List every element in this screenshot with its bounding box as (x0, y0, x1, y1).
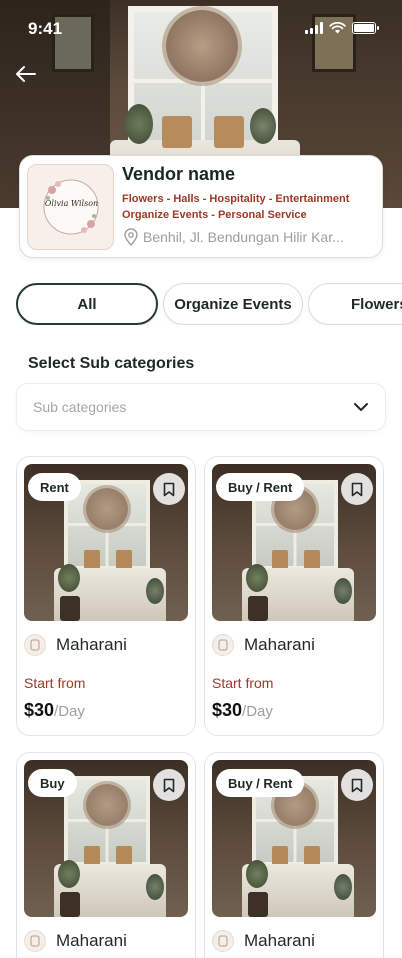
tab-flowers[interactable]: Flowers (308, 283, 402, 325)
product-photo: Rent (24, 464, 188, 621)
bookmark-button[interactable] (341, 769, 373, 801)
bookmark-icon (351, 778, 363, 792)
bookmark-button[interactable] (153, 769, 185, 801)
price-prefix: Start from (212, 675, 274, 691)
vendor-card: Olivia Wilson Vendor name Flowers - Hall… (19, 155, 383, 258)
product-brand: Maharani (212, 634, 315, 656)
listing-type-badge: Buy (28, 769, 77, 797)
product-photo: Buy / Rent (212, 464, 376, 621)
price-unit: /Day (242, 703, 273, 720)
product-card[interactable]: Buy Maharani (16, 752, 196, 958)
arrow-left-icon (16, 66, 36, 82)
listing-type-badge: Rent (28, 473, 81, 501)
brand-logo-icon (212, 930, 234, 952)
vendor-name: Vendor name (122, 164, 236, 184)
brand-logo-icon (212, 634, 234, 656)
product-brand: Maharani (24, 930, 127, 952)
product-name: Maharani (244, 635, 315, 654)
price-amount: $30 (24, 700, 55, 720)
product-brand: Maharani (24, 634, 127, 656)
product-name: Maharani (56, 635, 127, 654)
vendor-categories-line2: Organize Events - Personal Service (122, 209, 307, 221)
tab-all[interactable]: All (16, 283, 158, 325)
product-photo: Buy (24, 760, 188, 917)
listing-type-badge: Buy / Rent (216, 473, 305, 501)
product-card[interactable]: Buy / Rent Maharani Start from $30/Day (204, 456, 384, 736)
product-card[interactable]: Rent Maharani Start from $30/Day (16, 456, 196, 736)
subcategory-dropdown[interactable]: Sub categories (16, 383, 386, 431)
status-time: 9:41 (28, 19, 63, 38)
vendor-categories-line1: Flowers - Halls - Hospitality - Entertai… (122, 193, 350, 205)
bookmark-icon (351, 482, 363, 496)
vendor-location-text: Benhil, Jl. Bendungan Hilir Kar... (143, 229, 344, 245)
product-price: $30/Day (212, 700, 273, 721)
location-pin-icon (124, 228, 138, 246)
back-button[interactable] (12, 60, 40, 88)
signal-icon (305, 22, 323, 34)
bookmark-icon (163, 482, 175, 496)
tab-organize-events[interactable]: Organize Events (163, 283, 303, 325)
price-amount: $30 (212, 700, 243, 720)
product-brand: Maharani (212, 930, 315, 952)
battery-icon (352, 22, 379, 34)
product-card[interactable]: Buy / Rent Maharani (204, 752, 384, 958)
product-name: Maharani (244, 931, 315, 950)
bookmark-button[interactable] (341, 473, 373, 505)
category-tabs: All Organize Events Flowers (16, 283, 402, 325)
product-price: $30/Day (24, 700, 85, 721)
bookmark-icon (163, 778, 175, 792)
subcategory-placeholder: Sub categories (33, 399, 127, 415)
bookmark-button[interactable] (153, 473, 185, 505)
vendor-logo-text: Olivia Wilson (44, 199, 99, 208)
brand-logo-icon (24, 930, 46, 952)
vendor-location: Benhil, Jl. Bendungan Hilir Kar... (123, 228, 344, 246)
listing-type-badge: Buy / Rent (216, 769, 305, 797)
brand-logo-icon (24, 634, 46, 656)
product-photo: Buy / Rent (212, 760, 376, 917)
price-unit: /Day (54, 703, 85, 720)
vendor-categories: Flowers - Halls - Hospitality - Entertai… (122, 191, 378, 223)
price-prefix: Start from (24, 675, 86, 691)
subcategory-title: Select Sub categories (28, 355, 195, 372)
chevron-down-icon (354, 403, 368, 411)
status-bar: 9:41 (0, 0, 402, 56)
vendor-logo: Olivia Wilson (27, 164, 114, 250)
wifi-icon (329, 22, 346, 34)
product-name: Maharani (56, 931, 127, 950)
